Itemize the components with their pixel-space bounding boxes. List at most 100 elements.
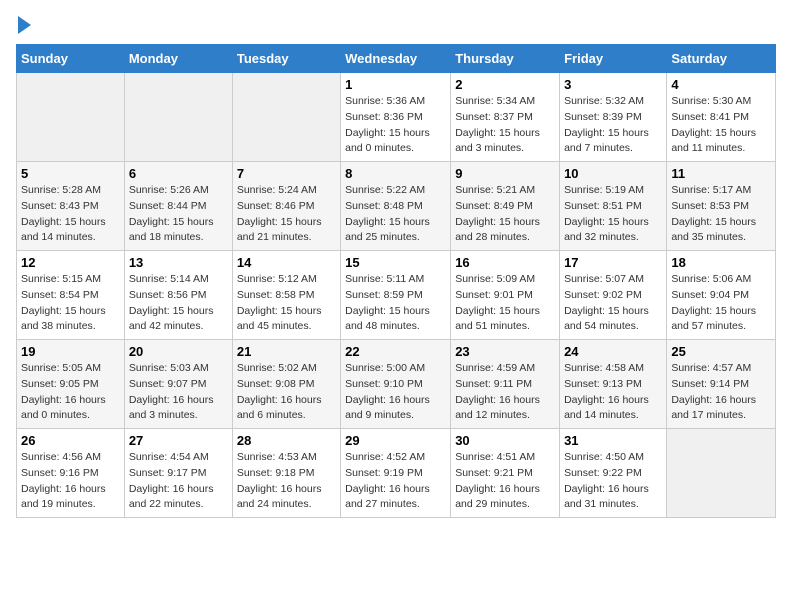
- calendar-cell: 6 Sunrise: 5:26 AM Sunset: 8:44 PM Daylig…: [124, 162, 232, 251]
- day-info: Sunrise: 5:28 AM Sunset: 8:43 PM Dayligh…: [21, 183, 120, 246]
- calendar-cell: 22 Sunrise: 5:00 AM Sunset: 9:10 PM Dayli…: [341, 340, 451, 429]
- day-number: 9: [455, 166, 555, 181]
- day-info: Sunrise: 5:32 AM Sunset: 8:39 PM Dayligh…: [564, 94, 662, 157]
- day-info: Sunrise: 5:05 AM Sunset: 9:05 PM Dayligh…: [21, 361, 120, 424]
- day-number: 15: [345, 255, 446, 270]
- day-number: 30: [455, 433, 555, 448]
- day-info: Sunrise: 5:30 AM Sunset: 8:41 PM Dayligh…: [671, 94, 771, 157]
- calendar-cell: 30 Sunrise: 4:51 AM Sunset: 9:21 PM Dayli…: [451, 429, 560, 518]
- day-info: Sunrise: 5:14 AM Sunset: 8:56 PM Dayligh…: [129, 272, 228, 335]
- calendar-header-row: SundayMondayTuesdayWednesdayThursdayFrid…: [17, 45, 776, 73]
- calendar-table: SundayMondayTuesdayWednesdayThursdayFrid…: [16, 44, 776, 518]
- calendar-cell: 20 Sunrise: 5:03 AM Sunset: 9:07 PM Dayli…: [124, 340, 232, 429]
- day-info: Sunrise: 4:53 AM Sunset: 9:18 PM Dayligh…: [237, 450, 336, 513]
- calendar-cell: 1Sunrise: 5:36 AM Sunset: 8:36 PM Daylig…: [341, 73, 451, 162]
- calendar-header-tuesday: Tuesday: [232, 45, 340, 73]
- day-number: 3: [564, 77, 662, 92]
- calendar-cell: 16Sunrise: 5:09 AM Sunset: 9:01 PM Dayli…: [451, 251, 560, 340]
- calendar-cell: [232, 73, 340, 162]
- day-info: Sunrise: 5:15 AM Sunset: 8:54 PM Dayligh…: [21, 272, 120, 335]
- calendar-cell: 2 Sunrise: 5:34 AM Sunset: 8:37 PM Daylig…: [451, 73, 560, 162]
- day-number: 6: [129, 166, 228, 181]
- calendar-cell: 5 Sunrise: 5:28 AM Sunset: 8:43 PM Daylig…: [17, 162, 125, 251]
- day-number: 26: [21, 433, 120, 448]
- day-info: Sunrise: 5:26 AM Sunset: 8:44 PM Dayligh…: [129, 183, 228, 246]
- calendar-cell: 25Sunrise: 4:57 AM Sunset: 9:14 PM Dayli…: [667, 340, 776, 429]
- day-number: 11: [671, 166, 771, 181]
- day-number: 4: [671, 77, 771, 92]
- calendar-header-saturday: Saturday: [667, 45, 776, 73]
- day-info: Sunrise: 5:21 AM Sunset: 8:49 PM Dayligh…: [455, 183, 555, 246]
- day-info: Sunrise: 5:07 AM Sunset: 9:02 PM Dayligh…: [564, 272, 662, 335]
- day-number: 29: [345, 433, 446, 448]
- day-info: Sunrise: 5:19 AM Sunset: 8:51 PM Dayligh…: [564, 183, 662, 246]
- day-number: 22: [345, 344, 446, 359]
- calendar-cell: 31 Sunrise: 4:50 AM Sunset: 9:22 PM Dayli…: [560, 429, 667, 518]
- day-info: Sunrise: 5:22 AM Sunset: 8:48 PM Dayligh…: [345, 183, 446, 246]
- day-info: Sunrise: 5:17 AM Sunset: 8:53 PM Dayligh…: [671, 183, 771, 246]
- page-header: [16, 16, 776, 34]
- calendar-week-1: 1Sunrise: 5:36 AM Sunset: 8:36 PM Daylig…: [17, 73, 776, 162]
- calendar-week-3: 12 Sunrise: 5:15 AM Sunset: 8:54 PM Dayli…: [17, 251, 776, 340]
- logo-arrow-icon: [18, 16, 31, 34]
- calendar-cell: 29 Sunrise: 4:52 AM Sunset: 9:19 PM Dayli…: [341, 429, 451, 518]
- calendar-cell: [124, 73, 232, 162]
- calendar-cell: 4 Sunrise: 5:30 AM Sunset: 8:41 PM Daylig…: [667, 73, 776, 162]
- day-info: Sunrise: 4:56 AM Sunset: 9:16 PM Dayligh…: [21, 450, 120, 513]
- day-info: Sunrise: 4:50 AM Sunset: 9:22 PM Dayligh…: [564, 450, 662, 513]
- day-number: 12: [21, 255, 120, 270]
- day-info: Sunrise: 4:52 AM Sunset: 9:19 PM Dayligh…: [345, 450, 446, 513]
- day-info: Sunrise: 5:02 AM Sunset: 9:08 PM Dayligh…: [237, 361, 336, 424]
- day-number: 18: [671, 255, 771, 270]
- calendar-cell: 11 Sunrise: 5:17 AM Sunset: 8:53 PM Dayli…: [667, 162, 776, 251]
- calendar-cell: 8 Sunrise: 5:22 AM Sunset: 8:48 PM Daylig…: [341, 162, 451, 251]
- calendar-week-2: 5 Sunrise: 5:28 AM Sunset: 8:43 PM Daylig…: [17, 162, 776, 251]
- calendar-cell: 9 Sunrise: 5:21 AM Sunset: 8:49 PM Daylig…: [451, 162, 560, 251]
- calendar-cell: 14Sunrise: 5:12 AM Sunset: 8:58 PM Dayli…: [232, 251, 340, 340]
- day-number: 8: [345, 166, 446, 181]
- calendar-cell: 13 Sunrise: 5:14 AM Sunset: 8:56 PM Dayli…: [124, 251, 232, 340]
- logo: [16, 16, 31, 34]
- calendar-cell: 24Sunrise: 4:58 AM Sunset: 9:13 PM Dayli…: [560, 340, 667, 429]
- calendar-cell: 26 Sunrise: 4:56 AM Sunset: 9:16 PM Dayli…: [17, 429, 125, 518]
- day-info: Sunrise: 5:34 AM Sunset: 8:37 PM Dayligh…: [455, 94, 555, 157]
- day-info: Sunrise: 4:54 AM Sunset: 9:17 PM Dayligh…: [129, 450, 228, 513]
- calendar-cell: 21 Sunrise: 5:02 AM Sunset: 9:08 PM Dayli…: [232, 340, 340, 429]
- calendar-header-monday: Monday: [124, 45, 232, 73]
- day-info: Sunrise: 4:51 AM Sunset: 9:21 PM Dayligh…: [455, 450, 555, 513]
- day-number: 7: [237, 166, 336, 181]
- day-info: Sunrise: 5:03 AM Sunset: 9:07 PM Dayligh…: [129, 361, 228, 424]
- calendar-cell: 18 Sunrise: 5:06 AM Sunset: 9:04 PM Dayli…: [667, 251, 776, 340]
- calendar-header-thursday: Thursday: [451, 45, 560, 73]
- day-info: Sunrise: 4:57 AM Sunset: 9:14 PM Dayligh…: [671, 361, 771, 424]
- day-number: 17: [564, 255, 662, 270]
- day-info: Sunrise: 5:00 AM Sunset: 9:10 PM Dayligh…: [345, 361, 446, 424]
- calendar-cell: 17 Sunrise: 5:07 AM Sunset: 9:02 PM Dayli…: [560, 251, 667, 340]
- calendar-cell: [17, 73, 125, 162]
- calendar-week-4: 19 Sunrise: 5:05 AM Sunset: 9:05 PM Dayli…: [17, 340, 776, 429]
- calendar-header-friday: Friday: [560, 45, 667, 73]
- calendar-cell: 19 Sunrise: 5:05 AM Sunset: 9:05 PM Dayli…: [17, 340, 125, 429]
- day-number: 21: [237, 344, 336, 359]
- calendar-cell: 23Sunrise: 4:59 AM Sunset: 9:11 PM Dayli…: [451, 340, 560, 429]
- day-number: 13: [129, 255, 228, 270]
- calendar-cell: 3 Sunrise: 5:32 AM Sunset: 8:39 PM Daylig…: [560, 73, 667, 162]
- day-info: Sunrise: 5:09 AM Sunset: 9:01 PM Dayligh…: [455, 272, 555, 335]
- day-number: 2: [455, 77, 555, 92]
- calendar-header-sunday: Sunday: [17, 45, 125, 73]
- day-number: 14: [237, 255, 336, 270]
- calendar-cell: 27 Sunrise: 4:54 AM Sunset: 9:17 PM Dayli…: [124, 429, 232, 518]
- calendar-cell: 10 Sunrise: 5:19 AM Sunset: 8:51 PM Dayli…: [560, 162, 667, 251]
- calendar-cell: 28 Sunrise: 4:53 AM Sunset: 9:18 PM Dayli…: [232, 429, 340, 518]
- day-number: 31: [564, 433, 662, 448]
- day-info: Sunrise: 4:58 AM Sunset: 9:13 PM Dayligh…: [564, 361, 662, 424]
- day-number: 27: [129, 433, 228, 448]
- day-number: 20: [129, 344, 228, 359]
- day-number: 10: [564, 166, 662, 181]
- day-number: 5: [21, 166, 120, 181]
- calendar-week-5: 26 Sunrise: 4:56 AM Sunset: 9:16 PM Dayli…: [17, 429, 776, 518]
- day-number: 23: [455, 344, 555, 359]
- day-info: Sunrise: 5:06 AM Sunset: 9:04 PM Dayligh…: [671, 272, 771, 335]
- day-number: 28: [237, 433, 336, 448]
- day-number: 19: [21, 344, 120, 359]
